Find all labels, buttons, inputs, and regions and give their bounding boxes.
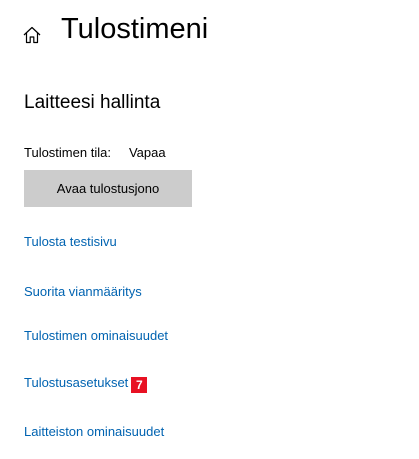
printer-status-label: Tulostimen tila: bbox=[24, 145, 111, 160]
home-icon[interactable] bbox=[22, 25, 42, 45]
run-troubleshooter-link[interactable]: Suorita vianmääritys bbox=[24, 283, 142, 301]
printer-status: Tulostimen tila: Vapaa bbox=[24, 144, 166, 162]
open-print-queue-button[interactable]: Avaa tulostusjono bbox=[24, 170, 192, 207]
printer-status-value: Vapaa bbox=[128, 145, 166, 160]
print-test-page-link[interactable]: Tulosta testisivu bbox=[24, 233, 117, 251]
section-title: Laitteesi hallinta bbox=[24, 92, 161, 113]
printing-preferences-link[interactable]: Tulostusasetukset 7 bbox=[24, 374, 148, 393]
hardware-properties-link[interactable]: Laitteiston ominaisuudet bbox=[24, 423, 164, 441]
number-badge: 7 bbox=[131, 377, 148, 393]
printer-properties-link[interactable]: Tulostimen ominaisuudet bbox=[24, 327, 168, 345]
page-title: Tulostimeni bbox=[61, 13, 209, 45]
printing-preferences-label: Tulostusasetukset bbox=[24, 375, 129, 390]
